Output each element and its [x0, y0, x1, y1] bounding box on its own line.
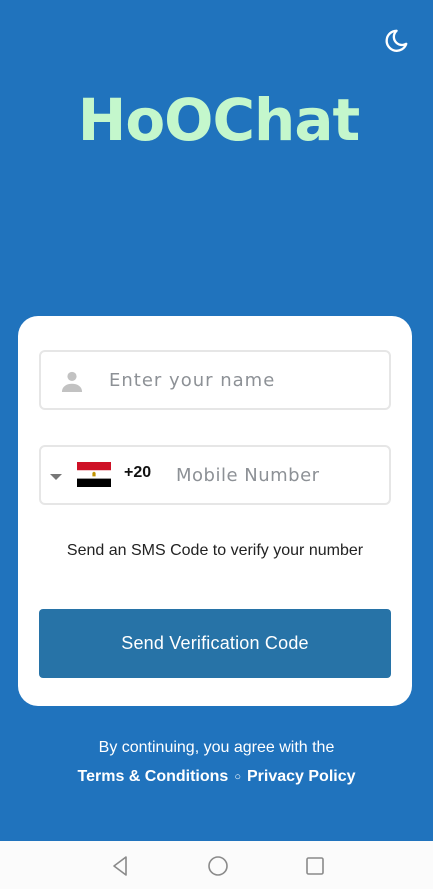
sms-note: Send an SMS Code to verify your number	[66, 542, 364, 559]
send-verification-code-button[interactable]: Send Verification Code	[39, 609, 391, 678]
home-icon[interactable]	[207, 855, 229, 877]
egypt-flag-icon[interactable]	[77, 462, 111, 487]
app-title: HoOChat	[77, 86, 360, 154]
terms-link[interactable]: Terms & Conditions	[78, 768, 229, 785]
name-input[interactable]	[109, 352, 379, 408]
name-field	[39, 350, 391, 410]
mobile-number-input[interactable]	[176, 447, 386, 503]
login-screen: HoOChat +20 Send an SMS Code to verify y…	[0, 0, 433, 841]
system-nav-bar	[0, 841, 433, 889]
chevron-down-icon[interactable]	[50, 473, 62, 481]
legal-intro: By continuing, you agree with the	[98, 739, 335, 756]
back-icon[interactable]	[110, 855, 132, 877]
moon-icon[interactable]	[382, 27, 410, 55]
recent-apps-icon[interactable]	[304, 855, 326, 877]
dial-code[interactable]: +20	[124, 464, 151, 482]
separator-dot: ○	[234, 770, 241, 783]
phone-field: +20	[39, 445, 391, 505]
privacy-link[interactable]: Privacy Policy	[247, 768, 356, 785]
person-icon	[61, 371, 83, 392]
login-card: +20 Send an SMS Code to verify your numb…	[18, 316, 412, 706]
legal-links: Terms & Conditions ○ Privacy Policy	[0, 768, 433, 786]
